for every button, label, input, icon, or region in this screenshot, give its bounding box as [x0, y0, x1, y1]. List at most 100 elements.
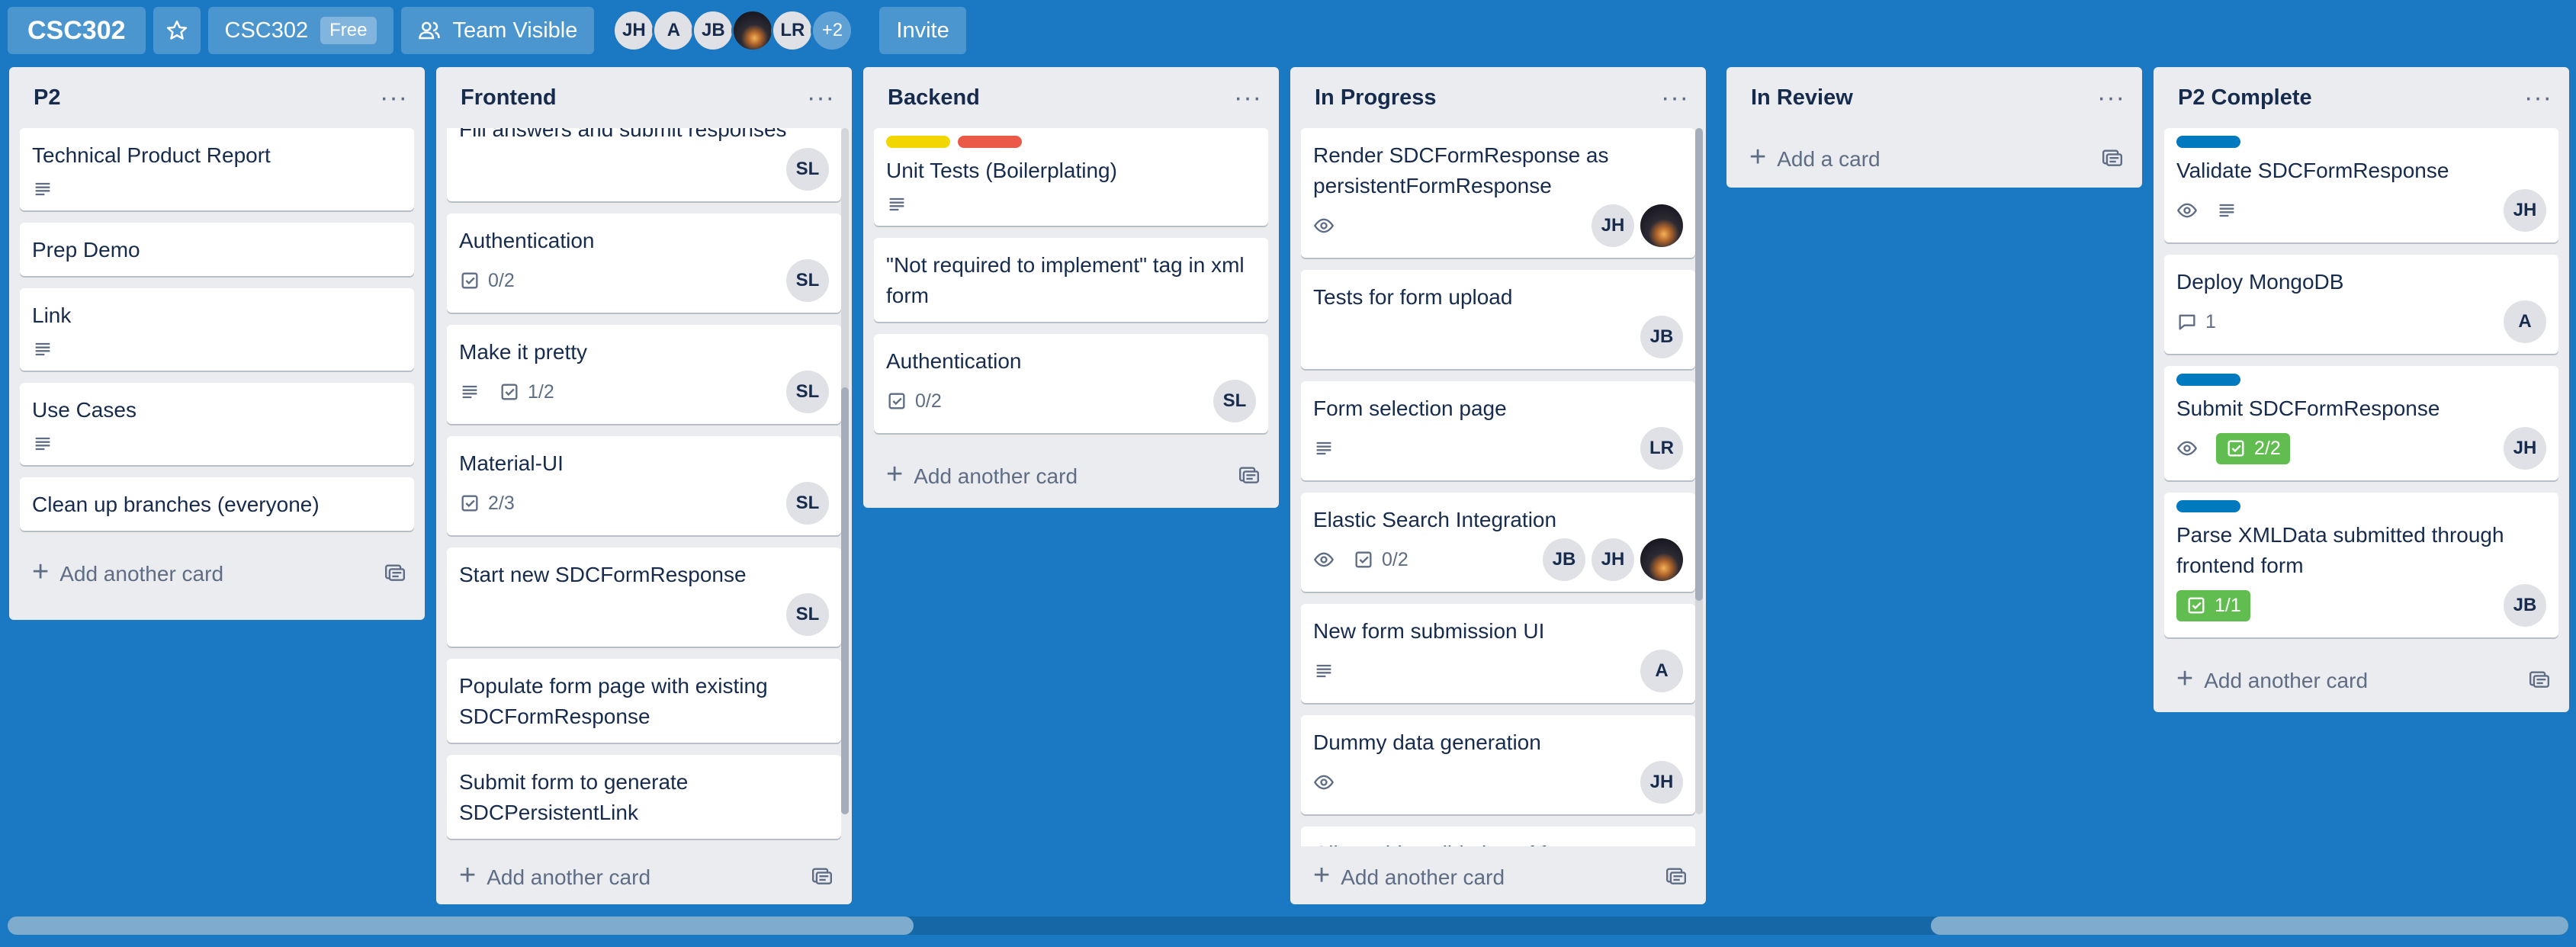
add-card-button[interactable]: + Add another card — [436, 846, 852, 904]
list-menu-icon[interactable]: ··· — [1661, 85, 1689, 111]
more-members-button[interactable]: +2 — [811, 9, 854, 52]
member-avatar[interactable]: JH — [1592, 204, 1634, 247]
list-scrollbar-thumb[interactable] — [841, 387, 849, 814]
board-scrollbar-thumb[interactable] — [8, 917, 914, 935]
member-avatar[interactable]: SL — [786, 148, 829, 191]
plus-icon: + — [886, 458, 904, 490]
list-scrollbar[interactable] — [841, 128, 849, 814]
member-avatar[interactable]: JB — [1543, 538, 1585, 581]
member-avatar[interactable]: JB — [692, 9, 735, 52]
list-scrollbar-thumb[interactable] — [1695, 128, 1703, 601]
add-card-button[interactable]: + Add another card — [2154, 650, 2569, 708]
list-header: In Progress ··· — [1290, 67, 1706, 128]
list-menu-icon[interactable]: ··· — [807, 85, 835, 111]
star-button[interactable] — [153, 7, 201, 54]
list-title[interactable]: P2 Complete — [2178, 85, 2312, 111]
card[interactable]: Dummy data generation JH — [1301, 715, 1695, 814]
card[interactable]: Submit SDCFormResponse 2/2 JH — [2164, 366, 2558, 480]
card[interactable]: Technical Product Report — [20, 128, 414, 210]
add-card-button[interactable]: + Add another card — [1290, 846, 1706, 904]
card-footer: 0/2 SL — [886, 380, 1256, 422]
list-header: Frontend ··· — [436, 67, 852, 128]
list-menu-icon[interactable]: ··· — [1234, 85, 1262, 111]
member-avatar-photo[interactable] — [1640, 204, 1683, 247]
card[interactable]: Client-side validation of form — [1301, 827, 1695, 846]
member-avatar[interactable]: JH — [1592, 538, 1634, 581]
checklist-badge: 2/3 — [459, 493, 515, 515]
member-avatar[interactable]: SL — [1213, 380, 1256, 422]
card-footer: SL — [459, 148, 829, 191]
member-avatar[interactable]: SL — [786, 371, 829, 413]
member-avatar-photo[interactable] — [1640, 538, 1683, 581]
card[interactable]: Submit form to generate SDCPersistentLin… — [447, 755, 841, 839]
list-title[interactable]: Frontend — [461, 85, 557, 111]
member-avatar[interactable]: SL — [786, 259, 829, 302]
card[interactable]: Use Cases — [20, 383, 414, 465]
card[interactable]: "Not required to implement" tag in xml f… — [874, 238, 1268, 322]
card-template-icon[interactable] — [1665, 865, 1688, 885]
member-avatar[interactable]: A — [2504, 300, 2546, 343]
member-avatar[interactable]: JH — [2504, 427, 2546, 470]
list-scrollbar[interactable] — [1695, 128, 1703, 814]
member-avatar-photo[interactable] — [731, 9, 775, 52]
checklist-badge: 0/2 — [886, 390, 942, 413]
list-title[interactable]: In Progress — [1315, 85, 1437, 111]
board-scrollbar-thumb-right[interactable] — [1931, 917, 2568, 935]
card[interactable]: Fill answers and submit responses SL — [447, 128, 841, 201]
card[interactable]: Parse XMLData submitted through frontend… — [2164, 493, 2558, 637]
member-avatar[interactable]: JH — [2504, 189, 2546, 232]
list-menu-icon[interactable]: ··· — [380, 85, 408, 111]
card[interactable]: Elastic Search Integration 0/2 JB JH — [1301, 493, 1695, 592]
card-template-icon[interactable] — [2528, 669, 2551, 689]
card[interactable]: Validate SDCFormResponse JH — [2164, 128, 2558, 242]
list-frontend: Frontend ··· Fill answers and submit res… — [436, 67, 852, 904]
invite-button[interactable]: Invite — [879, 7, 966, 54]
card[interactable]: Render SDCFormResponse as persistentForm… — [1301, 128, 1695, 258]
workspace-button[interactable]: CSC302 Free — [207, 7, 393, 54]
add-card-button[interactable]: + Add another card — [9, 543, 425, 601]
board-title[interactable]: CSC302 — [8, 7, 146, 54]
card[interactable]: Start new SDCFormResponse SL — [447, 547, 841, 647]
card[interactable]: Tests for form upload JB — [1301, 270, 1695, 369]
list-menu-icon[interactable]: ··· — [2097, 85, 2125, 111]
member-avatar[interactable]: LR — [1640, 427, 1683, 470]
plus-icon: + — [1749, 141, 1767, 173]
plus-icon: + — [1313, 859, 1331, 891]
card[interactable]: Authentication 0/2 SL — [874, 334, 1268, 433]
member-avatar[interactable]: SL — [786, 482, 829, 525]
member-avatar[interactable]: JH — [1640, 761, 1683, 804]
card[interactable]: Form selection page LR — [1301, 381, 1695, 480]
member-avatar[interactable]: A — [1640, 650, 1683, 692]
member-avatar[interactable]: LR — [771, 9, 814, 52]
card[interactable]: Unit Tests (Boilerplating) — [874, 128, 1268, 226]
card[interactable]: Make it pretty 1/2 SL — [447, 325, 841, 424]
member-avatar[interactable]: SL — [786, 593, 829, 636]
card[interactable]: Deploy MongoDB 1 A — [2164, 255, 2558, 354]
list-title[interactable]: In Review — [1751, 85, 1853, 111]
list-menu-icon[interactable]: ··· — [2524, 85, 2552, 111]
card-title: Make it pretty — [459, 340, 588, 364]
member-avatar[interactable]: JH — [612, 9, 656, 52]
card[interactable]: Authentication 0/2 SL — [447, 213, 841, 313]
card[interactable]: Populate form page with existing SDCForm… — [447, 659, 841, 743]
card[interactable]: Prep Demo — [20, 223, 414, 276]
list-title[interactable]: P2 — [34, 85, 60, 111]
card-template-icon[interactable] — [1238, 464, 1261, 484]
card-template-icon[interactable] — [811, 865, 834, 885]
add-card-button[interactable]: + Add another card — [863, 445, 1279, 503]
plus-icon: + — [459, 859, 477, 891]
visibility-button[interactable]: Team Visible — [400, 7, 595, 54]
member-avatar[interactable]: A — [652, 9, 695, 52]
card[interactable]: Link — [20, 288, 414, 371]
card-footer: JB — [1313, 316, 1683, 358]
card[interactable]: New form submission UI A — [1301, 604, 1695, 703]
card-template-icon[interactable] — [2101, 147, 2124, 167]
card-list: Technical Product Report Prep Demo Link … — [9, 128, 425, 543]
member-avatar[interactable]: JB — [1640, 316, 1683, 358]
card[interactable]: Clean up branches (everyone) — [20, 477, 414, 531]
list-title[interactable]: Backend — [888, 85, 980, 111]
member-avatar[interactable]: JB — [2504, 584, 2546, 627]
card[interactable]: Material-UI 2/3 SL — [447, 436, 841, 535]
add-card-button[interactable]: + Add a card — [1726, 128, 2142, 186]
card-template-icon[interactable] — [384, 562, 406, 582]
